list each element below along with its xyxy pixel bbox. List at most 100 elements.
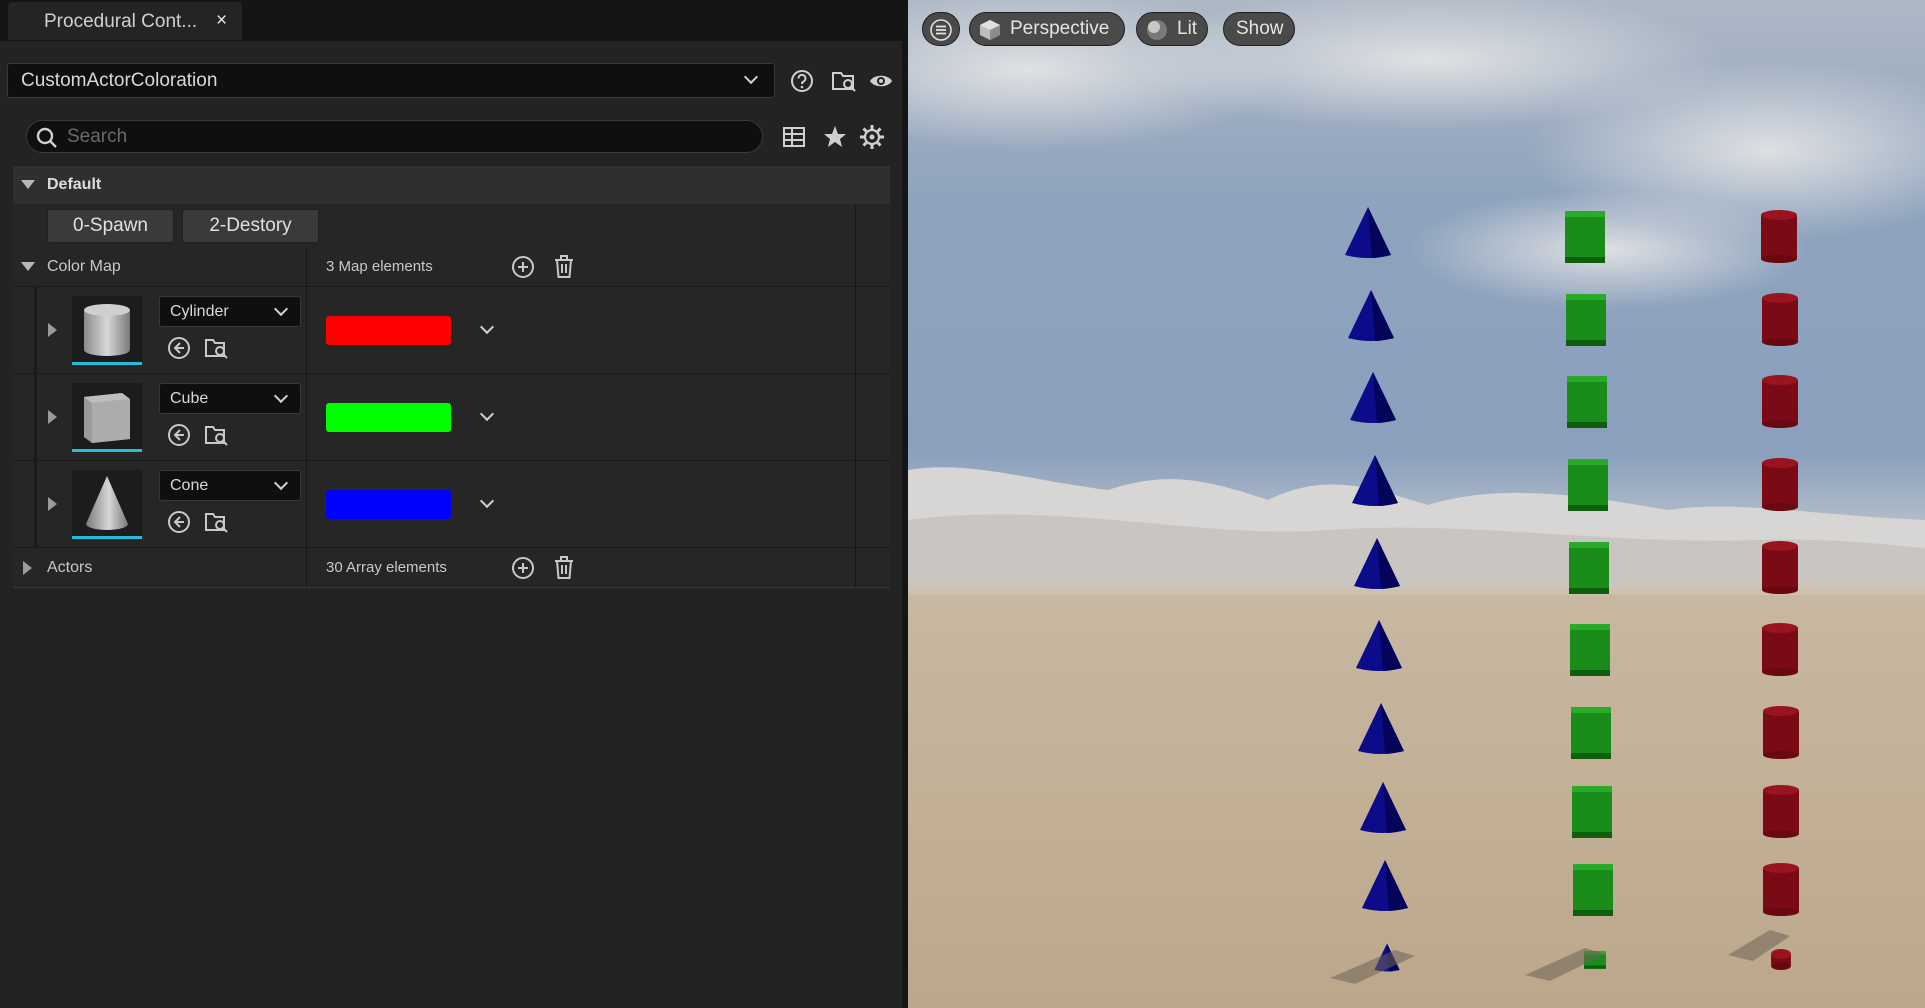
scene-cube[interactable] xyxy=(1571,707,1611,759)
cube-thumbnail[interactable] xyxy=(72,383,142,452)
scene-cylinder[interactable] xyxy=(1771,948,1791,971)
scene-cube[interactable] xyxy=(1572,786,1612,838)
use-selected-icon[interactable] xyxy=(167,510,191,534)
indent-guide xyxy=(34,461,37,547)
column-divider xyxy=(855,374,856,460)
mesh-key-value: Cone xyxy=(170,477,209,494)
expand-arrow-icon xyxy=(21,180,35,189)
search-icon xyxy=(36,127,57,148)
chevron-down-icon xyxy=(273,475,289,491)
scene-cube[interactable] xyxy=(1567,376,1607,428)
category-label: Default xyxy=(47,176,102,193)
add-icon[interactable] xyxy=(511,556,535,580)
scene-cube[interactable] xyxy=(1566,294,1606,346)
destroy-button[interactable]: 2-Destory xyxy=(182,209,319,243)
trash-icon[interactable] xyxy=(553,556,575,580)
column-divider xyxy=(306,374,307,460)
column-divider xyxy=(855,205,856,246)
gear-icon[interactable] xyxy=(859,124,885,150)
mesh-key-combo[interactable]: Cone xyxy=(159,470,301,501)
scene-cylinder[interactable] xyxy=(1762,293,1798,346)
scene-cylinder[interactable] xyxy=(1762,541,1798,594)
expand-arrow-icon[interactable] xyxy=(48,410,57,424)
search-input[interactable]: Search xyxy=(26,120,763,153)
scene-cylinder[interactable] xyxy=(1763,706,1799,759)
scene-cube[interactable] xyxy=(1565,211,1605,263)
actors-summary: 30 Array elements xyxy=(326,559,447,576)
perspective-button[interactable]: Perspective xyxy=(969,12,1125,46)
scene-cylinder[interactable] xyxy=(1762,375,1798,428)
scene-cylinder[interactable] xyxy=(1763,863,1799,916)
hamburger-icon xyxy=(930,19,952,41)
scene-cube[interactable] xyxy=(1573,864,1613,916)
viewport-scene xyxy=(908,0,1925,1008)
object-selector-value: CustomActorColoration xyxy=(21,70,218,91)
show-button[interactable]: Show xyxy=(1223,12,1295,46)
scene-cylinder[interactable] xyxy=(1763,785,1799,838)
column-divider xyxy=(855,287,856,373)
use-selected-icon[interactable] xyxy=(167,423,191,447)
color-swatch[interactable] xyxy=(326,316,451,345)
details-body: CustomActorColoration Search Default 0-S… xyxy=(0,41,902,1008)
table-view-icon[interactable] xyxy=(781,124,807,150)
chevron-down-icon[interactable] xyxy=(479,406,495,422)
spawn-button[interactable]: 0-Spawn xyxy=(47,209,174,243)
chevron-down-icon xyxy=(273,301,289,317)
expand-arrow-icon[interactable] xyxy=(48,497,57,511)
trash-icon[interactable] xyxy=(553,255,575,279)
browse-asset-icon[interactable] xyxy=(204,336,230,360)
scene-cube[interactable] xyxy=(1569,542,1609,594)
cylinder-thumbnail[interactable] xyxy=(72,296,142,365)
chevron-down-icon[interactable] xyxy=(479,493,495,509)
scene-cylinder[interactable] xyxy=(1761,210,1797,263)
color-map-entry-cone: Cone xyxy=(13,461,890,548)
star-icon[interactable] xyxy=(822,124,848,150)
help-icon[interactable] xyxy=(789,68,815,94)
lit-label: Lit xyxy=(1177,18,1198,39)
tab-title: Procedural Cont... xyxy=(44,11,198,32)
color-map-summary: 3 Map elements xyxy=(326,258,433,275)
color-map-row: Color Map 3 Map elements xyxy=(13,246,890,287)
perspective-label: Perspective xyxy=(1010,18,1110,39)
category-default[interactable]: Default xyxy=(13,166,890,204)
browse-folder-icon[interactable] xyxy=(831,68,857,94)
cone-mesh-icon xyxy=(86,476,128,530)
column-divider xyxy=(855,461,856,547)
expand-arrow-icon[interactable] xyxy=(48,323,57,337)
viewport-menu-button[interactable] xyxy=(922,12,960,46)
object-selector[interactable]: CustomActorColoration xyxy=(7,63,775,98)
actors-label: Actors xyxy=(47,559,93,576)
level-viewport[interactable]: Perspective Lit Show xyxy=(908,0,1925,1008)
close-icon[interactable]: × xyxy=(216,10,227,32)
browse-asset-icon[interactable] xyxy=(204,510,230,534)
color-swatch[interactable] xyxy=(326,490,451,519)
use-selected-icon[interactable] xyxy=(167,336,191,360)
chevron-down-icon xyxy=(743,69,759,85)
scene-cylinder[interactable] xyxy=(1762,458,1798,511)
chevron-down-icon xyxy=(273,388,289,404)
search-placeholder: Search xyxy=(67,126,128,147)
scene-cube[interactable] xyxy=(1570,624,1610,676)
mesh-key-combo[interactable]: Cube xyxy=(159,383,301,414)
scene-cylinder[interactable] xyxy=(1762,623,1798,676)
indent-guide xyxy=(34,287,37,373)
color-map-entry-cylinder: Cylinder xyxy=(13,287,890,374)
eye-icon[interactable] xyxy=(868,68,894,94)
mesh-key-value: Cube xyxy=(170,390,209,407)
cylinder-mesh-icon xyxy=(84,304,130,356)
show-label: Show xyxy=(1236,18,1284,39)
indent-guide xyxy=(34,374,37,460)
color-swatch[interactable] xyxy=(326,403,451,432)
details-panel: Procedural Cont... × CustomActorColorati… xyxy=(0,0,902,1008)
expand-arrow-icon[interactable] xyxy=(21,262,35,271)
chevron-down-icon[interactable] xyxy=(479,319,495,335)
scene-cube[interactable] xyxy=(1568,459,1608,511)
color-map-entry-cube: Cube xyxy=(13,374,890,461)
mesh-key-combo[interactable]: Cylinder xyxy=(159,296,301,327)
tab-procedural-content[interactable]: Procedural Cont... × xyxy=(8,2,242,40)
expand-arrow-icon[interactable] xyxy=(23,561,32,575)
add-icon[interactable] xyxy=(511,255,535,279)
browse-asset-icon[interactable] xyxy=(204,423,230,447)
lit-button[interactable]: Lit xyxy=(1136,12,1208,46)
cone-thumbnail[interactable] xyxy=(72,470,142,539)
